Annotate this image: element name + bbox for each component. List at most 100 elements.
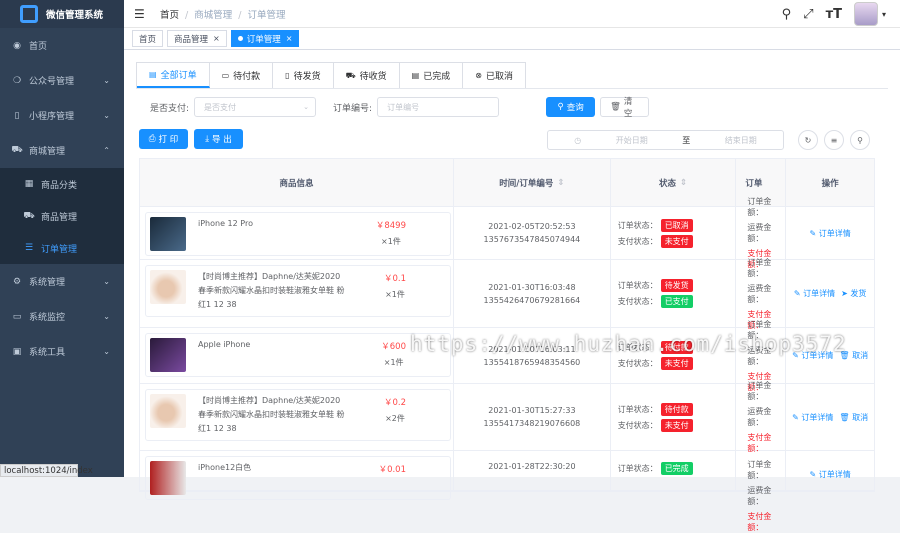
sidebar-item-label: 商品分类	[41, 180, 78, 191]
op-label: 取消	[852, 351, 869, 360]
sidebar-item-tools[interactable]: ▣ 系统工具 ⌄	[0, 334, 124, 369]
hamburger-icon[interactable]: ☰	[134, 7, 148, 21]
order-status-badge: 已取消	[660, 218, 693, 232]
trash-icon: 🗑	[610, 102, 621, 112]
product-name: Apple iPhone	[198, 340, 251, 349]
watermark: https://www.huzhan.com/ishop3572	[410, 332, 847, 356]
ops-cell: ✎ 订单详情	[786, 451, 874, 490]
order-amount-label: 订单金额：	[747, 460, 772, 480]
close-icon[interactable]: ×	[213, 34, 220, 43]
toggle-search-button[interactable]: ⚲	[850, 130, 870, 150]
app-title: 微信管理系统	[46, 10, 104, 21]
orders-table: 商品信息 时间/订单编号 ⇕ 状态 ⇕ 订单 操作 iPhone 12 Pro ￥84…	[139, 158, 875, 532]
breadcrumb: 首页 / 商城管理 / 订单管理	[160, 7, 285, 21]
product-image	[150, 338, 186, 372]
sort-icon[interactable]: ⇕	[557, 178, 564, 188]
sidebar-item-miniprogram[interactable]: ▯ 小程序管理 ⌄	[0, 98, 124, 133]
close-icon[interactable]: ×	[286, 34, 293, 43]
op-detail-button[interactable]: ✎ 订单详情	[794, 288, 835, 299]
price-block: ￥0.1 ×1件	[384, 272, 406, 300]
tag-orders[interactable]: 订单管理 ×	[230, 30, 300, 47]
chevron-down-icon: ⌄	[103, 277, 110, 286]
sidebar-item-label: 商城管理	[29, 147, 66, 157]
fullscreen-icon[interactable]: ⤢	[803, 7, 813, 22]
cart-icon: ⛟	[11, 145, 23, 155]
tag-home[interactable]: 首页	[132, 30, 164, 47]
status-url: localhost:1024/index	[0, 464, 93, 477]
font-size-icon[interactable]: ᴛT	[826, 7, 842, 22]
date-range-picker[interactable]: ◷ 开始日期 至 结束日期	[547, 130, 784, 150]
sidebar-item-monitor[interactable]: ▭ 系统监控 ⌄	[0, 299, 124, 334]
monitor-icon: ▭	[12, 311, 22, 322]
print-button[interactable]: ⎙ 打 印	[139, 129, 188, 149]
edit-icon: ✎	[793, 289, 801, 298]
breadcrumb-home[interactable]: 首页	[160, 10, 179, 21]
search-icon[interactable]: ⚲	[782, 7, 792, 22]
tab-pending-receipt[interactable]: ⛟ 待收货	[333, 63, 400, 88]
caret-down-icon[interactable]: ▾	[882, 10, 886, 19]
product-qty: ×2件	[385, 414, 405, 423]
toolbox-icon: ▣	[12, 346, 22, 357]
tag-goods[interactable]: 商品管理 ×	[167, 30, 227, 47]
goods-cell: 【时尚博主推荐】Daphne/达芙妮2020春季新款闪耀水晶扣时装鞋淑雅女单鞋 …	[140, 384, 455, 450]
tab-completed[interactable]: ▤ 已完成	[399, 63, 464, 88]
sidebar-item-wechat[interactable]: ❍ 公众号管理 ⌄	[0, 63, 124, 98]
tab-label: 已完成	[423, 72, 451, 82]
grid-icon: ▦	[24, 179, 34, 189]
sidebar-item-orders[interactable]: ☰ 订单管理	[0, 232, 124, 264]
chevron-down-icon: ⌄	[303, 103, 310, 111]
table-row: 【时尚博主推荐】Daphne/达芙妮2020春季新款闪耀水晶扣时装鞋淑雅女单鞋 …	[140, 381, 874, 453]
op-detail-button[interactable]: ✎ 订单详情	[810, 469, 851, 480]
order-no-input[interactable]: 订单编号	[377, 97, 500, 117]
goods-card: iPhone 12 Pro ￥8499 ×1件	[145, 212, 451, 256]
goods-cell: Apple iPhone ￥600 ×1件	[140, 328, 455, 383]
op-label: 取消	[852, 412, 869, 422]
order-content: ▤ 全部订单 ▭ 待付款 ▯ 待发货 ⛟ 待收货 ▤ 已完成 ⊗ 已取消 是否支付: 是否支…	[124, 50, 900, 532]
columns-button[interactable]: ≡	[824, 130, 844, 150]
logo-icon	[20, 5, 38, 23]
navbar: ☰ 首页 / 商城管理 / 订单管理 ⚲ ⤢ ᴛT ▾	[124, 0, 900, 28]
ops-cell: ✎ 订单详情 🗑 取消	[786, 384, 874, 450]
sidebar-item-mall[interactable]: ⛟ 商城管理 ⌃	[0, 133, 124, 168]
tab-label: 待发货	[293, 72, 321, 82]
download-icon: ⤓	[205, 134, 210, 144]
tab-pending-shipment[interactable]: ▯ 待发货	[273, 63, 334, 88]
sidebar-item-home[interactable]: ◉ 首页	[0, 28, 124, 63]
op-label: 发货	[850, 289, 867, 298]
chevron-down-icon: ⌄	[103, 312, 110, 321]
tab-all[interactable]: ▤ 全部订单	[137, 63, 210, 88]
tab-pending-payment[interactable]: ▭ 待付款	[209, 63, 274, 88]
reset-button[interactable]: 🗑 清空	[600, 97, 650, 119]
sidebar-item-system[interactable]: ⚙ 系统管理 ⌄	[0, 264, 124, 299]
header-time[interactable]: 时间/订单编号 ⇕	[454, 159, 611, 206]
product-price: ￥0.1	[383, 274, 406, 284]
tab-cancelled[interactable]: ⊗ 已取消	[463, 63, 525, 88]
printer-icon: ⎙	[148, 134, 156, 144]
op-detail-button[interactable]: ✎ 订单详情	[792, 412, 833, 423]
header-status-label: 状态	[658, 178, 676, 189]
sidebar: 微信管理系统 ◉ 首页 ❍ 公众号管理 ⌄ ▯ 小程序管理 ⌄ ⛟ 商城管理 ⌃ ▦ 商品分类 …	[0, 0, 124, 477]
avatar[interactable]	[853, 2, 878, 26]
op-cancel-button[interactable]: 🗑 取消	[839, 412, 868, 423]
export-button[interactable]: ⤓ 导 出	[194, 129, 243, 149]
paid-select[interactable]: 是否支付 ⌄	[194, 97, 317, 117]
product-price: ￥8499	[375, 221, 406, 231]
sidebar-item-goods[interactable]: ⛟ 商品管理	[0, 200, 124, 232]
header-status[interactable]: 状态 ⇕	[611, 159, 737, 206]
search-button[interactable]: ⚲ 查询	[546, 97, 596, 117]
time-cell: 2021-01-30T16:03:48 1355426470679281664	[454, 260, 611, 327]
sidebar-item-category[interactable]: ▦ 商品分类	[0, 168, 124, 200]
op-ship-button[interactable]: ➤ 发货	[841, 288, 866, 299]
order-no-label: 订单编号:	[333, 103, 373, 114]
order-status-badge: 待付款	[660, 402, 693, 416]
table-row: iPhone 12 Pro ￥8499 ×1件 2021-02-05T20:52:53…	[140, 197, 874, 269]
header-goods: 商品信息	[140, 159, 455, 206]
sort-icon[interactable]: ⇕	[680, 178, 687, 188]
price-block: ￥8499 ×1件	[376, 219, 406, 247]
refresh-button[interactable]: ↻	[798, 130, 818, 150]
op-detail-button[interactable]: ✎ 订单详情	[810, 228, 851, 239]
start-date-placeholder: 开始日期	[615, 135, 648, 145]
pay-status-badge: 未支付	[660, 357, 693, 370]
time-cell: 2021-02-05T20:52:53 1357673547845074944	[454, 207, 611, 259]
sidebar-item-label: 系统监控	[29, 313, 66, 323]
